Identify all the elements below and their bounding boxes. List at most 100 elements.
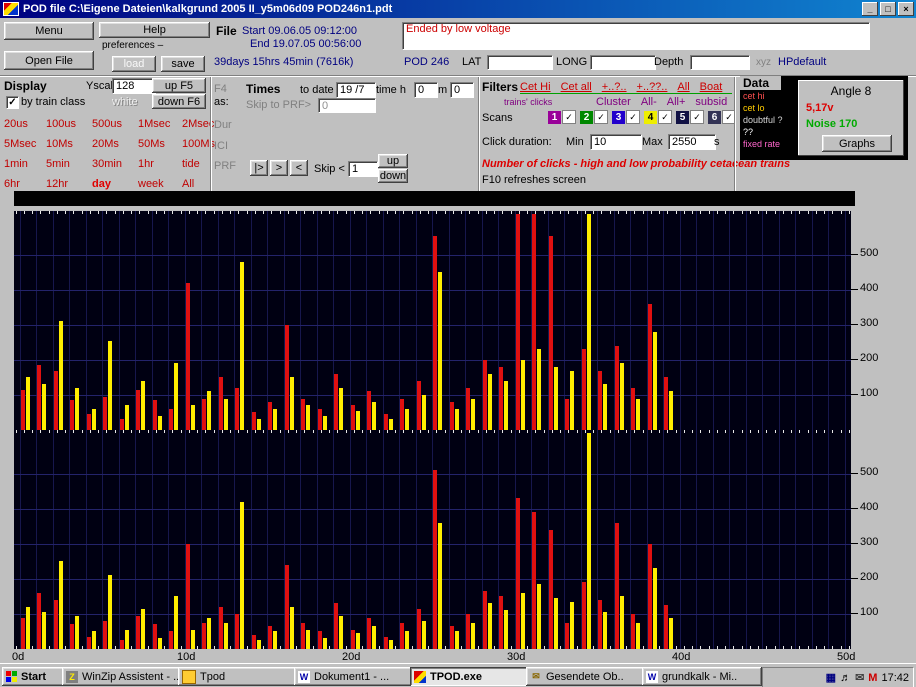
scan-3-checkbox[interactable]: ✓ (626, 110, 640, 124)
time-scale-1hr[interactable]: 1hr (138, 158, 182, 170)
time-scale-week[interactable]: week (138, 178, 182, 190)
volume-icon[interactable]: ♬ (840, 672, 851, 684)
forward-button[interactable]: > (270, 160, 288, 176)
skip-prf-input[interactable]: 0 (318, 98, 376, 113)
ici-label[interactable]: ICI (214, 140, 228, 152)
bar-high-prob (516, 214, 520, 430)
time-scale-10ms[interactable]: 10Ms (46, 138, 92, 150)
time-scale-12hr[interactable]: 12hr (46, 178, 92, 190)
yscale-input[interactable]: 128 (112, 78, 156, 94)
min-input[interactable]: 10 (590, 134, 642, 150)
gridline-v (350, 211, 351, 430)
hour-input[interactable]: 0 (414, 82, 438, 98)
close-button[interactable]: × (898, 2, 914, 16)
gridline-v (251, 211, 252, 430)
mail-icon[interactable]: ✉ (855, 672, 864, 684)
tick-mark (791, 430, 792, 433)
scan-4-checkbox[interactable]: ✓ (658, 110, 672, 124)
filter-mode-all[interactable]: All- (641, 96, 657, 108)
start-button[interactable]: Start (2, 667, 66, 686)
time-scale-20ms[interactable]: 20Ms (92, 138, 138, 150)
minimize-button[interactable]: _ (862, 2, 878, 16)
taskbar-button-label: WinZip Assistent - .. (82, 671, 178, 683)
chart-lower[interactable] (14, 430, 851, 649)
long-input[interactable] (590, 55, 656, 70)
time-scale-1min[interactable]: 1min (4, 158, 46, 170)
skip-up-button[interactable]: up (378, 154, 408, 168)
save-button[interactable]: save (161, 56, 205, 72)
taskbar-button-gesendete-ob[interactable]: ✉Gesendete Ob.. (526, 667, 646, 686)
filter-link-boat[interactable]: Boat (700, 81, 723, 93)
load-button[interactable]: load (112, 56, 156, 72)
yscale-down-button[interactable]: down F6 (152, 94, 206, 109)
minute-input[interactable]: 0 (450, 82, 474, 98)
depth-input[interactable] (690, 55, 750, 70)
chart-upper[interactable] (14, 211, 851, 430)
menu-button[interactable]: Menu (4, 22, 94, 40)
bar-high-prob (433, 470, 437, 649)
scan-5-badge: 5 (676, 111, 689, 124)
time-scale-all[interactable]: All (182, 178, 210, 190)
graphs-button[interactable]: Graphs (822, 135, 892, 152)
scan-2-badge: 2 (580, 111, 593, 124)
max-input[interactable]: 2550 (668, 134, 716, 150)
time-scale-100us[interactable]: 100us (46, 118, 92, 130)
back-button[interactable]: < (290, 160, 308, 176)
bar-low-prob (191, 630, 195, 649)
bar-low-prob (191, 405, 195, 430)
date-input[interactable]: 19 /7 (336, 82, 376, 98)
scan-5-checkbox[interactable]: ✓ (690, 110, 704, 124)
open-file-button[interactable]: Open File (4, 51, 94, 70)
y-axis-label: 400 (860, 501, 878, 513)
display-icon[interactable]: ▦ (826, 672, 836, 684)
tick-mark (684, 211, 685, 214)
scan-2-checkbox[interactable]: ✓ (594, 110, 608, 124)
skip-input[interactable]: 1 (348, 161, 378, 177)
tick-mark (478, 430, 479, 433)
time-scale-2msec[interactable]: 2Msec (182, 118, 210, 130)
help-button[interactable]: Help (99, 22, 210, 38)
taskbar-button-winzip-assistent[interactable]: ZWinZip Assistent - .. (62, 667, 182, 686)
time-scale-100ms[interactable]: 100Ms (182, 138, 210, 150)
lat-input[interactable] (487, 55, 553, 70)
separator (210, 77, 212, 191)
time-scale-20us[interactable]: 20us (4, 118, 46, 130)
filter-mode-cluster[interactable]: Cluster (596, 96, 631, 108)
tick-mark (304, 430, 305, 433)
dur-label[interactable]: Dur (214, 119, 232, 131)
filter-link-cethi[interactable]: Cet Hi (520, 81, 551, 93)
skip-down-button[interactable]: down (378, 169, 408, 183)
time-scale-5min[interactable]: 5min (46, 158, 92, 170)
play-button[interactable]: |> (250, 160, 268, 176)
tick-mark (791, 211, 792, 214)
prf-label[interactable]: PRF (214, 160, 236, 172)
bar-high-prob (252, 412, 256, 430)
taskbar-button-grundkalk-mi[interactable]: Wgrundkalk - Mi.. (642, 667, 762, 686)
filter-link-[interactable]: +..??.. (637, 81, 668, 93)
bar-low-prob (620, 363, 624, 430)
taskbar-button-tpod-exe[interactable]: TPOD.exe (410, 667, 530, 686)
taskbar-button-tpod[interactable]: Tpod (178, 667, 298, 686)
noise-value: Noise 170 (806, 118, 857, 130)
by-train-class-checkbox[interactable]: ✓ (6, 96, 19, 109)
filter-link-all[interactable]: All (677, 81, 689, 93)
taskbar-button-dokument1[interactable]: WDokument1 - ... (294, 667, 414, 686)
time-scale-30min[interactable]: 30min (92, 158, 138, 170)
filter-link-[interactable]: +..?.. (602, 81, 627, 93)
maximize-button[interactable]: □ (880, 2, 896, 16)
antivirus-icon[interactable]: M (868, 672, 877, 684)
filter-mode-subsid[interactable]: subsid (695, 96, 727, 108)
bar-low-prob (224, 399, 228, 430)
time-scale-500us[interactable]: 500us (92, 118, 138, 130)
time-scale-1msec[interactable]: 1Msec (138, 118, 182, 130)
time-scale-6hr[interactable]: 6hr (4, 178, 46, 190)
yscale-up-button[interactable]: up F5 (152, 78, 206, 93)
filter-mode-all[interactable]: All+ (667, 96, 686, 108)
tick-mark (420, 430, 421, 433)
time-scale-day[interactable]: day (92, 178, 138, 190)
time-scale-tide[interactable]: tide (182, 158, 210, 170)
scan-1-checkbox[interactable]: ✓ (562, 110, 576, 124)
time-scale-50ms[interactable]: 50Ms (138, 138, 182, 150)
time-scale-5msec[interactable]: 5Msec (4, 138, 46, 150)
filter-link-cetall[interactable]: Cet all (561, 81, 592, 93)
